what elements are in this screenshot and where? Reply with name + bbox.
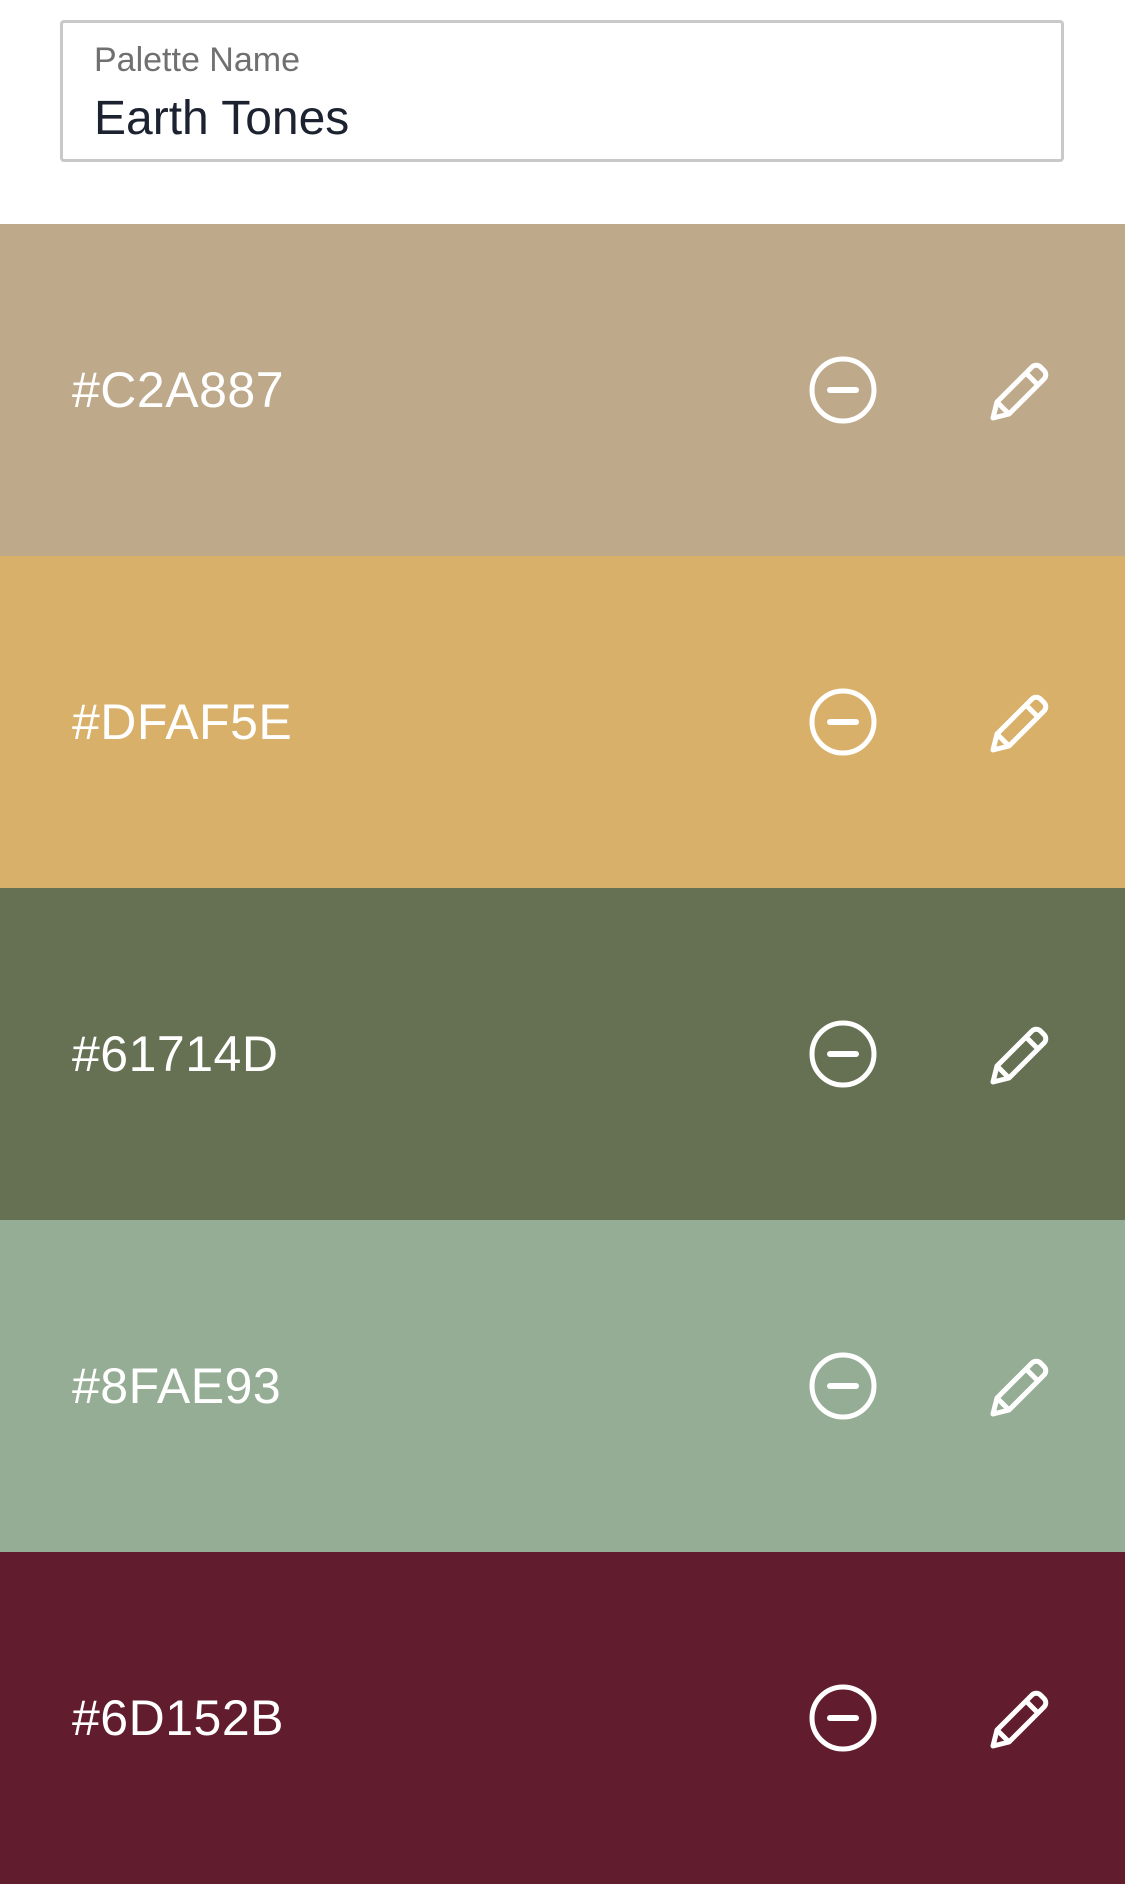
swatch-hex-label: #61714D [72,1026,279,1082]
swatch-hex-label: #DFAF5E [72,694,293,750]
minus-circle-icon [809,1020,877,1088]
color-swatch: #8FAE93 [0,1220,1125,1552]
palette-name-input[interactable] [94,91,1024,146]
minus-circle-icon [809,688,877,756]
pencil-icon [990,1690,1049,1749]
remove-color-button[interactable] [800,1343,886,1429]
palette-name-field[interactable]: Palette Name [60,20,1064,162]
minus-circle-icon [809,356,877,424]
edit-color-button[interactable] [978,1011,1064,1097]
pencil-icon [990,1358,1049,1417]
color-swatch: #C2A887 [0,224,1125,556]
color-swatch: #61714D [0,888,1125,1220]
swatch-hex-label: #8FAE93 [72,1358,282,1414]
pencil-icon [990,1026,1049,1085]
edit-color-button[interactable] [978,347,1064,433]
color-swatch: #6D152B [0,1552,1125,1884]
swatch-list: #C2A887 #DFAF5E #61714D #8FAE93 #6D152B [0,224,1125,1884]
remove-color-button[interactable] [800,1675,886,1761]
swatch-hex-label: #6D152B [72,1690,284,1746]
palette-name-label: Palette Name [94,41,300,79]
color-swatch: #DFAF5E [0,556,1125,888]
remove-color-button[interactable] [800,347,886,433]
edit-color-button[interactable] [978,1675,1064,1761]
swatch-hex-label: #C2A887 [72,362,284,418]
remove-color-button[interactable] [800,1011,886,1097]
edit-color-button[interactable] [978,1343,1064,1429]
pencil-icon [990,694,1049,753]
remove-color-button[interactable] [800,679,886,765]
pencil-icon [990,362,1049,421]
minus-circle-icon [809,1352,877,1420]
minus-circle-icon [809,1684,877,1752]
edit-color-button[interactable] [978,679,1064,765]
